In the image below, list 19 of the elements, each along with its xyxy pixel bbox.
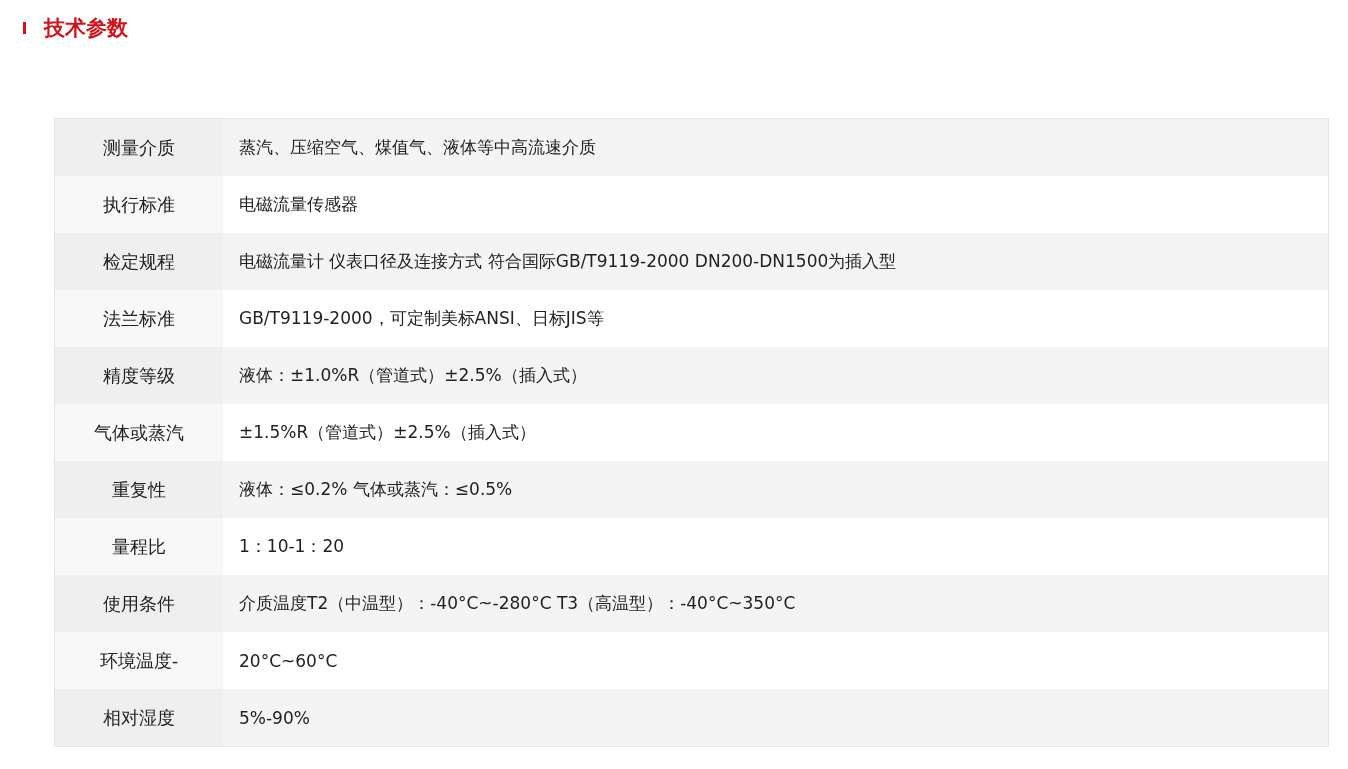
spec-label-cell: 使用条件 [55, 575, 223, 632]
spec-label-cell: 量程比 [55, 518, 223, 575]
title-accent-bar [23, 22, 26, 34]
spec-label-cell: 环境温度- [55, 632, 223, 689]
spec-value-cell: 介质温度T2（中温型）：-40°C~-280°C T3（高温型）：-40°C~350°C [223, 575, 1328, 632]
spec-value-cell: 液体：≤0.2% 气体或蒸汽：≤0.5% [223, 461, 1328, 518]
spec-value-cell: 液体：±1.0%R（管道式）±2.5%（插入式） [223, 347, 1328, 404]
spec-label-cell: 检定规程 [55, 233, 223, 290]
spec-value-cell: 5%-90% [223, 689, 1328, 746]
section-title: 技术参数 [44, 15, 128, 42]
spec-label-cell: 气体或蒸汽 [55, 404, 223, 461]
spec-value-cell: 蒸汽、压缩空气、煤值气、液体等中高流速介质 [223, 119, 1328, 176]
spec-label-cell: 重复性 [55, 461, 223, 518]
spec-value-cell: 电磁流量计 仪表口径及连接方式 符合国际GB/T9119-2000 DN200-DN1500为插入型 [223, 233, 1328, 290]
spec-label-cell: 精度等级 [55, 347, 223, 404]
spec-label-cell: 法兰标准 [55, 290, 223, 347]
spec-label-cell: 执行标准 [55, 176, 223, 233]
spec-label-cell: 测量介质 [55, 119, 223, 176]
spec-label-cell: 相对湿度 [55, 689, 223, 746]
